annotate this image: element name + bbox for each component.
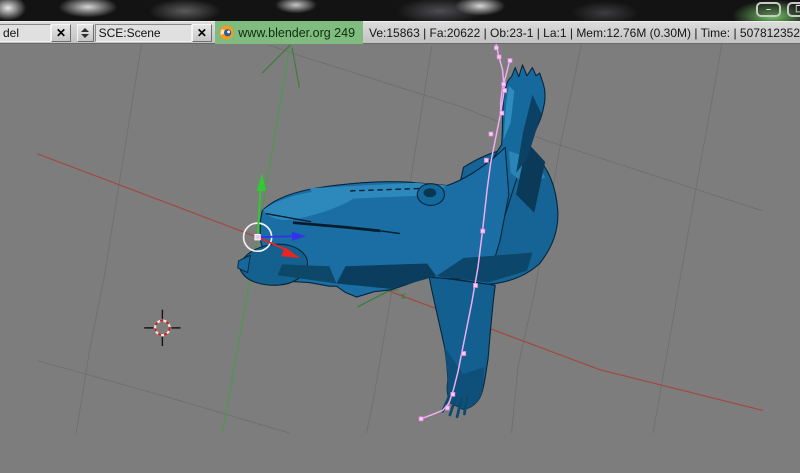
chevron-up-icon bbox=[81, 28, 89, 32]
x-axis-label: x bbox=[401, 291, 406, 302]
viewport-canvas[interactable]: x bbox=[0, 44, 800, 473]
datablock-name-field[interactable]: del bbox=[0, 24, 51, 42]
3d-viewport[interactable]: x bbox=[0, 44, 800, 473]
desktop-background: – ❐ bbox=[0, 0, 800, 21]
manipulator-center bbox=[255, 234, 260, 239]
close-scene-button[interactable]: ✕ bbox=[192, 24, 213, 42]
scene-name-value: SCE:Scene bbox=[99, 26, 161, 40]
scene-name-field[interactable]: SCE:Scene bbox=[95, 24, 192, 42]
maximize-icon: ❐ bbox=[795, 4, 800, 14]
blender-info-header: del ✕ SCE:Scene ✕ www.blender.org 249 Ve… bbox=[0, 21, 800, 44]
window-minimize-button[interactable]: – bbox=[756, 2, 781, 17]
scene-statistics: Ve:15863 | Fa:20622 | Ob:23-1 | La:1 | M… bbox=[369, 26, 800, 40]
chevron-down-icon bbox=[81, 34, 89, 38]
version-label: www.blender.org 249 bbox=[238, 26, 355, 40]
blender-logo-icon bbox=[219, 25, 234, 40]
3d-cursor bbox=[144, 310, 180, 346]
character-mesh[interactable] bbox=[238, 65, 558, 417]
close-datablock-button[interactable]: ✕ bbox=[51, 24, 72, 42]
minimize-icon: – bbox=[766, 4, 771, 14]
window-maximize-button[interactable]: ❐ bbox=[787, 2, 800, 17]
browse-scene-button[interactable] bbox=[77, 24, 93, 42]
datablock-name-value: del bbox=[3, 26, 19, 40]
ear-loop bbox=[417, 184, 444, 206]
blender-window: – ❐ del ✕ SCE:Scene ✕ www.blender.org 24… bbox=[0, 0, 800, 473]
version-banner: www.blender.org 249 bbox=[215, 21, 363, 44]
